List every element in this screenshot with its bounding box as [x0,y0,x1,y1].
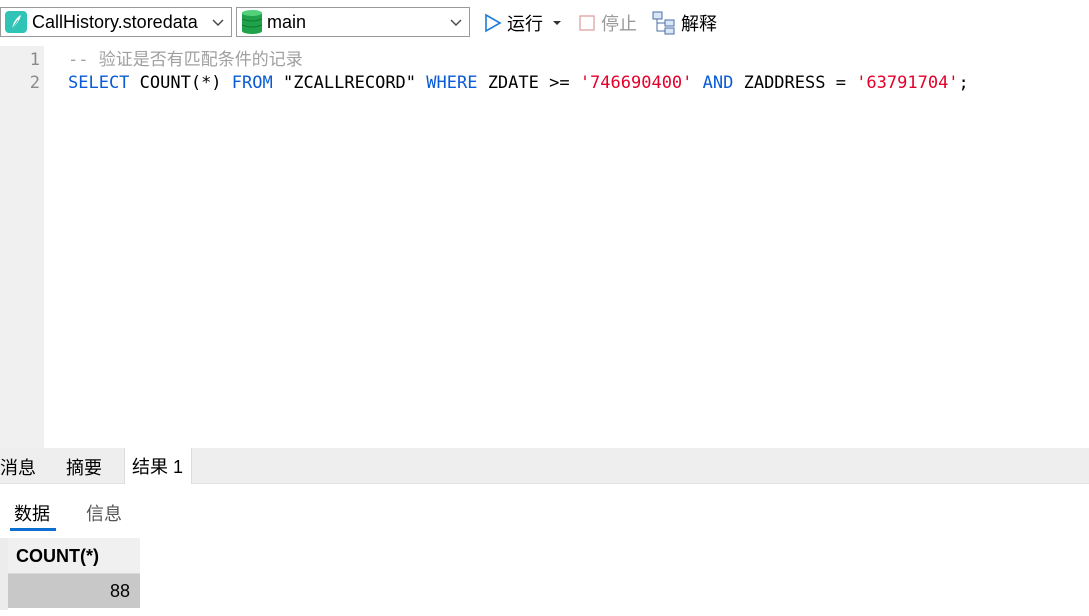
caret-down-icon[interactable] [551,18,563,28]
active-subtab-indicator [10,528,56,531]
tab-result-1[interactable]: 结果 1 [124,448,192,484]
sql-keyword-select: SELECT [68,73,130,93]
subtab-data[interactable]: 数据 [14,500,50,526]
cell-value: 88 [109,581,130,601]
sql-terminator: ; [958,73,969,93]
subtab-label: 数据 [14,504,50,524]
tab-summary[interactable]: 摘要 [66,448,110,484]
tab-label: 消息 [0,458,36,478]
grid-cell-count[interactable]: 88 [8,574,140,608]
sql-condition-zaddress: ZADDRESS = [733,73,857,93]
line-number: 1 [29,50,40,70]
explain-button[interactable]: 解释 [652,9,717,37]
chevron-down-icon [212,19,224,26]
line-number-gutter: 1 2 [0,46,44,448]
stop-icon [579,15,595,31]
subtab-label: 信息 [86,504,122,524]
line-number: 2 [29,73,40,93]
sql-table-name: "ZCALLRECORD" [272,73,427,93]
sql-string-literal: '746690400' [579,73,693,93]
tab-label: 结果 1 [132,457,184,477]
run-button[interactable]: 运行 [484,9,568,37]
result-tab-bar: 消息 摘要 结果 1 [0,448,1089,484]
code-line-2[interactable]: SELECT COUNT(*) FROM "ZCALLRECORD" WHERE… [68,71,969,95]
subtab-info[interactable]: 信息 [86,500,122,526]
schema-select-value: main [267,11,307,32]
play-icon [485,13,502,33]
column-header-label: COUNT(*) [16,546,99,566]
stop-button[interactable]: 停止 [578,9,637,37]
column-header-count[interactable]: COUNT(*) [8,538,140,574]
chevron-down-icon [450,19,462,26]
explain-label: 解释 [681,14,717,34]
database-select-value: CallHistory.storedata [32,11,198,32]
code-line-1[interactable]: -- 验证是否有匹配条件的记录 [68,48,303,72]
sql-keyword-and: AND [692,73,734,93]
tab-label: 摘要 [66,458,102,478]
run-label: 运行 [507,14,543,34]
sql-comment: -- 验证是否有匹配条件的记录 [68,50,303,70]
stop-label: 停止 [601,14,637,34]
toolbar: CallHistory.storedata main 运行 停止 解释 [0,0,1089,46]
row-selector-column[interactable] [0,538,8,610]
database-cylinder-icon [241,10,263,34]
notebook-icon [4,10,28,34]
explain-tree-icon [652,11,675,35]
schema-select[interactable]: main [236,7,470,37]
sql-keyword-where: WHERE [426,73,478,93]
sql-count-function: COUNT(*) [129,73,232,93]
sql-keyword-from: FROM [231,73,273,93]
database-select[interactable]: CallHistory.storedata [0,7,232,37]
sql-editor[interactable]: 1 2 -- 验证是否有匹配条件的记录 SELECT COUNT(*) FROM… [0,46,1089,448]
sql-string-literal: '63791704' [856,73,959,93]
result-subtab-bar: 数据 信息 [0,484,1089,538]
sql-condition-zdate: ZDATE >= [477,73,580,93]
result-grid: COUNT(*) 88 [0,538,1089,616]
tab-messages[interactable]: 消息 [0,448,40,484]
